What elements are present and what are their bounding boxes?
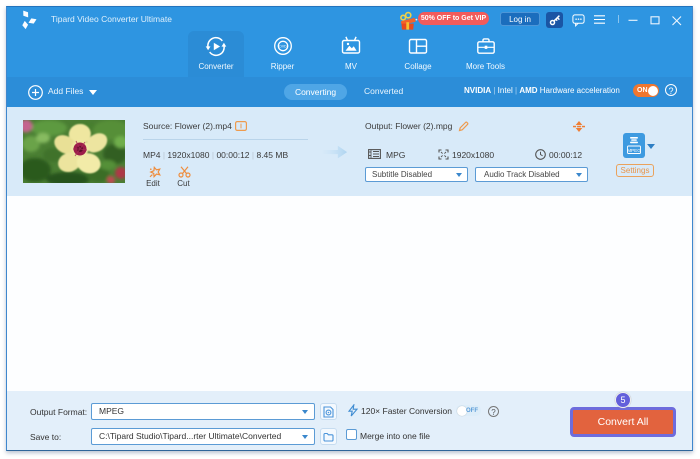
svg-text:MPEG: MPEG bbox=[627, 148, 641, 153]
svg-text:DVD: DVD bbox=[279, 45, 287, 49]
